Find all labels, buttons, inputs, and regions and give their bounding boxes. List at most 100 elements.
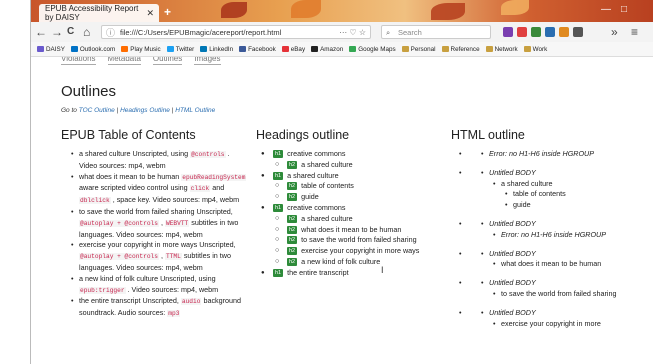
outline-text: what does it mean to be human bbox=[501, 259, 602, 269]
toc-item: what does it mean to be human epubReadin… bbox=[67, 172, 249, 207]
toc-item: exercise your copyright in more ways Uns… bbox=[67, 240, 249, 273]
browser-window: EPUB Accessibility Report by DAISY ✕ + —… bbox=[30, 0, 653, 364]
bookmark-item[interactable]: Work bbox=[523, 45, 548, 53]
bookmark-item[interactable]: eBay bbox=[281, 45, 306, 53]
url-text: file:///C:/Users/EPUBmagic/acereport/rep… bbox=[120, 28, 282, 37]
extension-icon[interactable] bbox=[573, 27, 583, 37]
bookmark-item[interactable]: Outlook.com bbox=[70, 46, 115, 53]
search-input[interactable]: ⌕ Search bbox=[381, 25, 491, 39]
minimize-button[interactable]: — bbox=[601, 4, 611, 15]
extension-icon[interactable] bbox=[517, 27, 527, 37]
heading-text: to save the world from failed sharing bbox=[301, 235, 417, 245]
back-button[interactable]: ← bbox=[35, 24, 47, 40]
heading-text: a shared culture bbox=[287, 170, 339, 180]
page-title: Outlines bbox=[61, 83, 117, 100]
outline-item: • Untitled BODY bbox=[451, 278, 651, 289]
code-snippet: WEBVTT bbox=[164, 219, 190, 227]
bookmark-item[interactable]: Play Music bbox=[121, 46, 161, 53]
toc-item: a new kind of folk culture Unscripted, u… bbox=[67, 274, 249, 297]
bookmark-item[interactable]: Amazon bbox=[311, 46, 343, 53]
html-outline-list: • Error: no H1-H6 inside HGROUP • Untitled … bbox=[451, 149, 651, 337]
heading-text: a shared culture bbox=[301, 159, 353, 169]
outline-text: Untitled BODY bbox=[489, 278, 536, 288]
extension-icon[interactable] bbox=[531, 27, 541, 37]
bookmark-item[interactable]: DAISY bbox=[37, 46, 65, 53]
bookmark-item[interactable]: Facebook bbox=[239, 46, 276, 53]
bookmark-item[interactable]: Twitter bbox=[166, 46, 194, 53]
reload-button[interactable]: C bbox=[67, 24, 74, 40]
folder-icon bbox=[523, 46, 531, 52]
outline-text: Error: no H1-H6 inside HGROUP bbox=[501, 229, 607, 239]
html-outline-title: HTML outline bbox=[451, 128, 525, 142]
outline-item: exercise your copyright in more bbox=[451, 319, 651, 330]
report-tab[interactable]: Violations bbox=[61, 57, 96, 65]
bullet: • bbox=[481, 218, 484, 228]
toc-item: the entire transcript Unscripted, audio … bbox=[67, 296, 249, 320]
code-snippet: @controls bbox=[190, 151, 226, 158]
outline-item: • Error: no H1-H6 inside HGROUP bbox=[451, 149, 651, 160]
forward-button[interactable]: → bbox=[51, 24, 63, 40]
report-tab[interactable]: Metadata bbox=[107, 57, 141, 65]
menu-icon[interactable]: ≡ bbox=[631, 24, 638, 40]
library-icon[interactable] bbox=[503, 27, 513, 37]
headings-list: h1creative commonsh2a shared cultureh1a … bbox=[259, 149, 434, 279]
bookmark-label: Amazon bbox=[320, 45, 344, 53]
toc-outline-link[interactable]: TOC Outline bbox=[79, 107, 115, 114]
heading-item: h1the entire transcript bbox=[259, 268, 434, 279]
restore-button[interactable]: □ bbox=[621, 4, 627, 15]
code-snippet: epubReadingSystem bbox=[181, 173, 247, 181]
tab-title: EPUB Accessibility Report by DAISY bbox=[45, 4, 139, 22]
code-snippet: epub:trigger bbox=[79, 286, 126, 294]
report-tab[interactable]: Outlines bbox=[152, 57, 183, 65]
outline-item: a shared culture bbox=[451, 179, 651, 190]
tab-report[interactable]: EPUB Accessibility Report by DAISY ✕ bbox=[39, 4, 159, 22]
bookmark-item[interactable]: LinkedIn bbox=[200, 46, 233, 53]
address-bar[interactable]: ⓘ file:///C:/Users/EPUBmagic/acereport/r… bbox=[101, 25, 371, 39]
outline-text: guide bbox=[513, 200, 531, 210]
folder-icon bbox=[37, 46, 44, 52]
code-snippet: TTML bbox=[164, 253, 182, 261]
outline-item: Error: no H1-H6 inside HGROUP bbox=[451, 230, 651, 241]
bookmark-label: DAISY bbox=[46, 45, 65, 53]
heading-text: guide bbox=[301, 192, 319, 202]
bullet: • bbox=[481, 149, 484, 158]
report-tab[interactable]: Images bbox=[194, 57, 221, 65]
spacer bbox=[451, 329, 651, 337]
goto-links: Go to TOC Outline | Headings Outline | H… bbox=[61, 107, 216, 114]
outline-text: Untitled BODY bbox=[489, 248, 536, 258]
toc-item: a shared culture Unscripted, using @cont… bbox=[67, 149, 249, 172]
heading-level-badge: h1 bbox=[273, 204, 284, 213]
close-tab-icon[interactable]: ✕ bbox=[146, 8, 154, 19]
headings-outline-link[interactable]: Headings Outline bbox=[120, 107, 170, 114]
spacer bbox=[451, 300, 651, 308]
bookmark-label: Facebook bbox=[248, 45, 276, 53]
page-actions-icon[interactable]: ··· ♡ ☆ bbox=[339, 26, 366, 40]
epub-toc-title: EPUB Table of Contents bbox=[61, 128, 196, 142]
heading-item: h2guide bbox=[273, 192, 434, 203]
bookmark-item[interactable]: Network bbox=[485, 46, 518, 53]
bookmark-label: Personal bbox=[410, 45, 436, 53]
bullet: • bbox=[481, 307, 484, 317]
toc-text: and bbox=[210, 183, 225, 193]
bookmark-item[interactable]: Personal bbox=[401, 45, 436, 53]
html-outline-link[interactable]: HTML Outline bbox=[175, 107, 215, 114]
outline-text: Untitled BODY bbox=[489, 218, 536, 228]
new-tab-button[interactable]: + bbox=[164, 5, 171, 19]
bookmark-item[interactable]: Google Maps bbox=[349, 46, 396, 53]
heading-item: h2a shared culture bbox=[273, 214, 434, 225]
bookmark-item[interactable]: Reference bbox=[441, 46, 480, 53]
heading-text: what does it mean to be human bbox=[301, 224, 402, 234]
extension-icon[interactable] bbox=[559, 27, 569, 37]
bookmark-label: Work bbox=[532, 45, 548, 53]
home-button[interactable]: ⌂ bbox=[83, 24, 90, 40]
heading-level-badge: h2 bbox=[287, 214, 298, 223]
folder-icon bbox=[121, 46, 129, 52]
code-snippet: @autoplay + @controls bbox=[79, 253, 159, 261]
extension-icon[interactable] bbox=[545, 27, 555, 37]
bookmark-label: eBay bbox=[290, 45, 306, 53]
toc-text: aware scripted video control using bbox=[79, 183, 190, 193]
overflow-button[interactable]: » bbox=[611, 24, 618, 40]
outline-item: • Untitled BODY bbox=[451, 168, 651, 179]
folder-icon bbox=[441, 46, 449, 52]
bullet: • bbox=[481, 278, 484, 288]
